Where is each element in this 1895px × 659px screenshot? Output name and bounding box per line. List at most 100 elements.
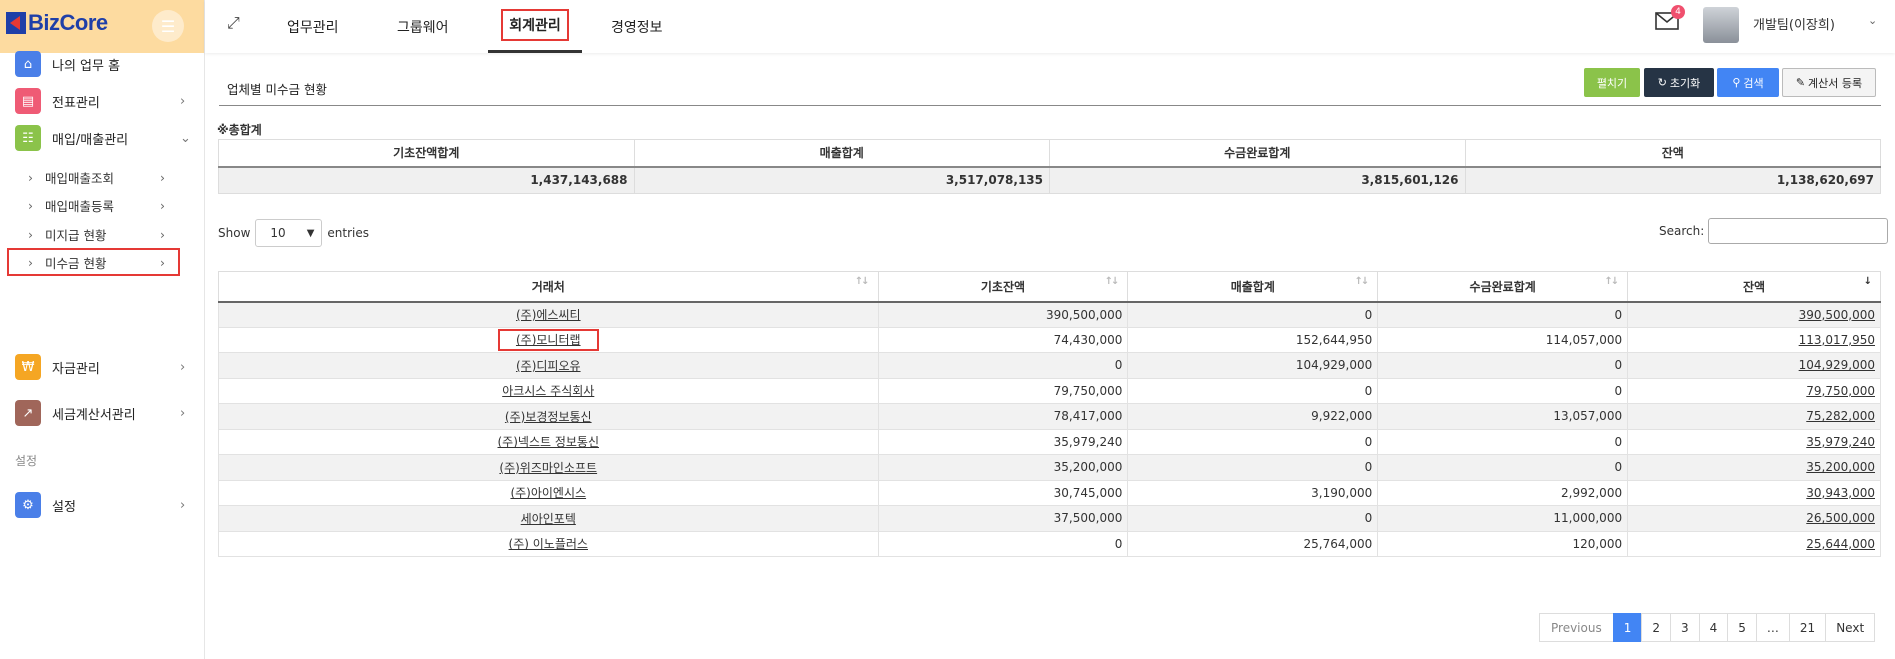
client-name-link[interactable]: (주)에스씨티 [218,301,879,328]
column-header-sales-total[interactable]: 매출합계 ↑↓ [1127,271,1379,303]
sidebar-item-label: 자금관리 [52,361,100,377]
previous-page-button[interactable]: Previous [1539,613,1614,642]
chevron-down-icon: ⌄ [180,130,191,146]
balance-link[interactable]: 79,750,000 [1627,377,1881,404]
search-button[interactable]: ⚲ 검색 [1717,68,1779,97]
sidebar-item-label: 나의 업무 홈 [52,58,121,74]
client-name[interactable]: 아크시스 주식회사 [502,384,594,398]
page-button[interactable]: 21 [1788,613,1827,642]
client-name-link[interactable]: (주)모니터랩 [218,326,879,353]
sub-item-receivable-status[interactable]: › 미수금 현황 › [7,248,180,276]
balance-link[interactable]: 35,979,240 [1627,428,1881,455]
tab-business-info[interactable]: 경영정보 [611,0,663,53]
client-name[interactable]: (주)아이엔시스 [510,486,586,500]
sub-item-purchase-sales-register[interactable]: › 매입매출등록 › [8,190,180,220]
table-row[interactable]: (주) 이노플러스 0 25,764,000 120,000 25,644,000 [218,530,1881,557]
collected-total-cell: 0 [1377,454,1629,481]
refresh-icon: ↻ [1657,76,1667,89]
column-header-opening-balance[interactable]: 기초잔액 ↑↓ [877,271,1129,303]
client-name[interactable]: (주)위즈마인소프트 [499,461,597,475]
collected-total-cell: 120,000 [1377,530,1629,557]
opening-balance-cell: 79,750,000 [877,377,1129,404]
table-row[interactable]: (주)위즈마인소프트 35,200,000 0 0 35,200,000 [218,454,1881,481]
sub-item-unpaid-status[interactable]: › 미지급 현황 › [8,219,180,249]
column-header-collected-total[interactable]: 수금완료합계 ↑↓ [1377,271,1629,303]
sidebar-item-label: 설정 [52,499,76,515]
client-name-link[interactable]: (주) 이노플러스 [218,530,879,557]
page-button[interactable]: 5 [1727,613,1757,642]
table-row[interactable]: (주)에스씨티 390,500,000 0 0 390,500,000 [218,301,1881,328]
balance-link[interactable]: 35,200,000 [1627,454,1881,481]
page-button[interactable]: 4 [1698,613,1729,642]
balance-link[interactable]: 390,500,000 [1627,301,1881,328]
table-row[interactable]: (주)넥스트 정보통신 35,979,240 0 0 35,979,240 [218,428,1881,455]
column-header-balance[interactable]: 잔액 ↓ [1627,271,1881,303]
client-name-link[interactable]: 아크시스 주식회사 [218,377,879,404]
bizcore-logo[interactable]: BizCore [6,10,108,36]
client-name-link[interactable]: (주)디피오유 [218,352,879,379]
tab-groupware[interactable]: 그룹웨어 [397,0,449,53]
button-label: 펼치기 [1596,76,1628,90]
avatar[interactable] [1703,7,1739,43]
sidebar-item-tax-invoice[interactable]: ↗ 세금계산서관리 › [0,398,205,428]
expand-button[interactable]: 펼치기 [1584,68,1640,97]
table-row[interactable]: (주)디피오유 0 104,929,000 0 104,929,000 [218,352,1881,379]
chevron-down-icon[interactable]: ⌄ [1868,14,1877,27]
sidebar-item-funds[interactable]: ₩ 자금관리 › [0,352,205,382]
client-name[interactable]: (주)모니터랩 [497,329,599,352]
client-name-link[interactable]: (주)보경정보통신 [218,403,879,430]
sales-total-cell: 0 [1127,428,1379,455]
balance-link[interactable]: 113,017,950 [1627,326,1881,353]
client-name[interactable]: (주) 이노플러스 [509,537,588,551]
client-name-link[interactable]: (주)넥스트 정보통신 [218,428,879,455]
register-invoice-button[interactable]: ✎ 계산서 등록 [1782,68,1876,97]
sidebar-item-voucher[interactable]: ▤ 전표관리 › [0,86,205,116]
client-name-link[interactable]: (주)위즈마인소프트 [218,454,879,481]
hamburger-icon: ☰ [160,16,176,36]
balance-link[interactable]: 26,500,000 [1627,505,1881,532]
client-name[interactable]: (주)에스씨티 [516,308,581,322]
entries-label: entries [327,226,369,240]
opening-balance-cell: 35,979,240 [877,428,1129,455]
page-button[interactable]: 3 [1670,613,1700,642]
next-page-button[interactable]: Next [1825,613,1876,642]
table-row[interactable]: 세아인포텍 37,500,000 0 11,000,000 26,500,000 [218,505,1881,532]
balance-link[interactable]: 25,644,000 [1627,530,1881,557]
entries-select[interactable]: 10 ▼ [255,219,323,247]
table-row[interactable]: (주)보경정보통신 78,417,000 9,922,000 13,057,000 75… [218,403,1881,430]
balance-link[interactable]: 104,929,000 [1627,352,1881,379]
sub-item-label: 미수금 현황 [45,255,107,271]
tab-work-management[interactable]: 업무관리 [287,0,339,53]
table-row[interactable]: (주)아이엔시스 30,745,000 3,190,000 2,992,000 30,9… [218,479,1881,506]
reset-button[interactable]: ↻ 초기화 [1644,68,1714,97]
summary-value: 1,138,620,697 [1464,165,1881,194]
sales-total-cell: 104,929,000 [1127,352,1379,379]
client-name[interactable]: (주)넥스트 정보통신 [498,435,600,449]
button-label: 초기화 [1669,76,1701,90]
column-header-client[interactable]: 거래처 ↑↓ [218,271,879,303]
sub-item-purchase-sales-query[interactable]: › 매입매출조회 › [8,162,180,192]
sales-total-cell: 0 [1127,505,1379,532]
search-input[interactable] [1708,218,1888,244]
page-button[interactable]: 2 [1641,613,1671,642]
tab-accounting[interactable]: 회계관리 [488,0,582,53]
sidebar-item-my-home[interactable]: ⌂ 나의 업무 홈 [0,49,205,79]
sidebar-item-purchase-sales[interactable]: ☷ 매입/매출관리 ⌄ [0,123,205,153]
balance-link[interactable]: 30,943,000 [1627,479,1881,506]
user-name[interactable]: 개발팀(이장희) [1753,14,1835,33]
collected-total-cell: 114,057,000 [1377,326,1629,353]
table-row[interactable]: 아크시스 주식회사 79,750,000 0 0 79,750,000 [218,377,1881,404]
table-row[interactable]: (주)모니터랩 74,430,000 152,644,950 114,057,000 1… [218,326,1881,353]
won-icon: ₩ [15,354,41,380]
menu-toggle-button[interactable]: ☰ [152,10,184,42]
client-name-link[interactable]: (주)아이엔시스 [218,479,879,506]
balance-link[interactable]: 75,282,000 [1627,403,1881,430]
client-name[interactable]: (주)보경정보통신 [505,410,592,424]
client-name[interactable]: (주)디피오유 [516,359,581,373]
sidebar-item-settings[interactable]: ⚙ 설정 › [0,490,205,520]
page-button[interactable]: 1 [1612,613,1643,642]
client-name[interactable]: 세아인포텍 [521,512,576,526]
fullscreen-icon[interactable]: ⤢ [227,13,240,33]
sales-total-cell: 0 [1127,301,1379,328]
client-name-link[interactable]: 세아인포텍 [218,505,879,532]
